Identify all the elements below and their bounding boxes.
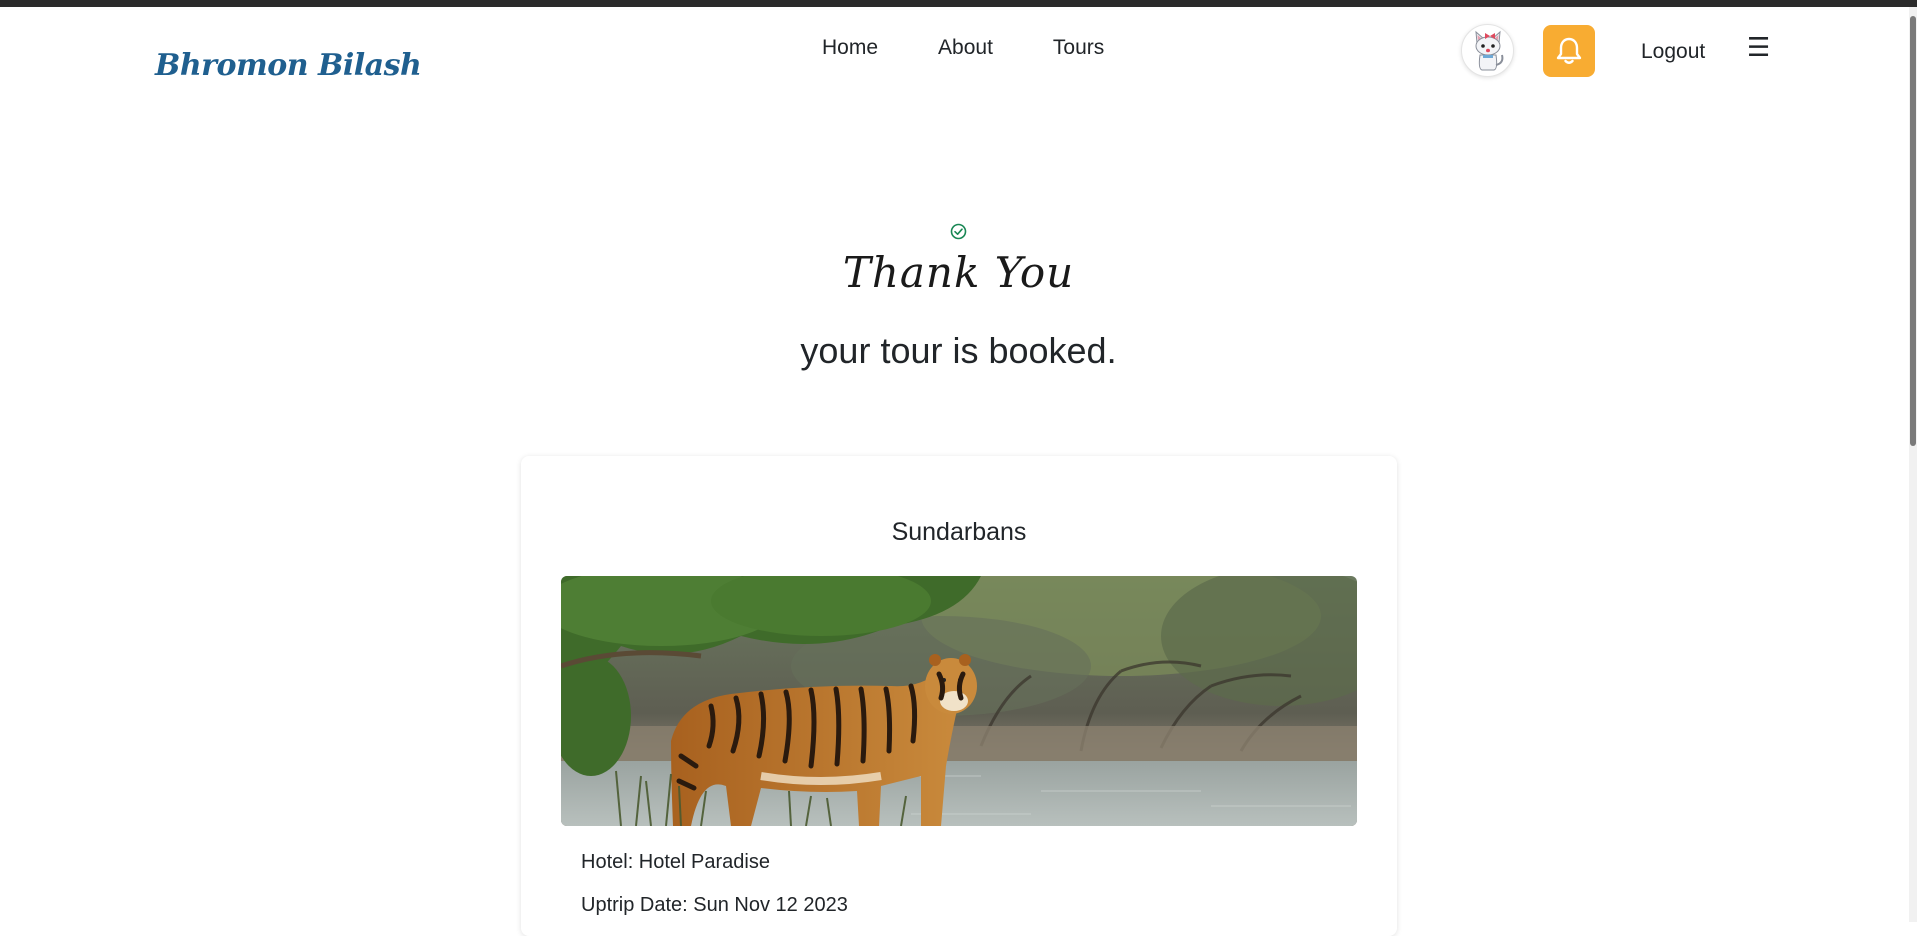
check-circle-icon [950,223,967,240]
brand-logo[interactable]: Bhromon Bilash [155,43,422,87]
thank-you-heading: Thank You [842,248,1075,297]
destination-title: Sundarbans [891,518,1027,546]
booking-confirmation-message: your tour is booked. [800,330,1117,371]
logout-button[interactable]: Logout [1641,40,1705,64]
uptrip-date-info: Uptrip Date: Sun Nov 12 2023 [581,894,848,916]
bell-icon [1556,37,1582,64]
scrollbar[interactable] [1909,7,1917,922]
notifications-button[interactable] [1543,25,1595,77]
booking-card: Sundarbans Hotel: Hotel Paradise Uptrip … [521,456,1397,936]
destination-image [561,576,1357,826]
brand-logo-text: Bhromon Bilash [155,47,422,83]
nav-about-link[interactable]: About [938,36,993,60]
user-avatar[interactable] [1461,24,1514,77]
cat-avatar-icon [1474,30,1503,70]
nav-home-link[interactable]: Home [822,36,878,60]
nav-tours-link[interactable]: Tours [1053,36,1104,60]
tiger-photo [561,576,1357,826]
main-nav: Home About Tours [822,36,1104,60]
scrollbar-thumb[interactable] [1910,16,1916,446]
hamburger-menu-button[interactable]: ☰ [1747,34,1770,60]
browser-top-bar [0,0,1917,7]
hotel-info: Hotel: Hotel Paradise [581,851,770,873]
